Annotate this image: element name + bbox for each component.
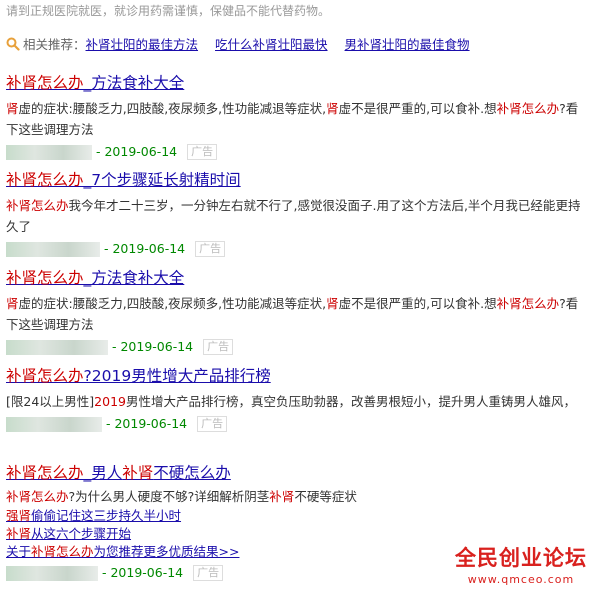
result-title-link[interactable]: 补肾怎么办_男人补肾不硬怎么办 bbox=[6, 463, 588, 483]
sublink-strong-kidney[interactable]: 强肾偷偷记住这三步持久半小时 bbox=[6, 507, 588, 525]
ad-result-4: 补肾怎么办?2019男性增大产品排行榜 [限24以上男性]2019男性增大产品排… bbox=[6, 366, 588, 434]
blurred-url bbox=[6, 565, 98, 581]
result-title-link[interactable]: 补肾怎么办?2019男性增大产品排行榜 bbox=[6, 366, 588, 386]
ad-badge: 广告 bbox=[203, 339, 234, 355]
result-date: - 2019-06-14 bbox=[102, 565, 184, 580]
result-meta: - 2019-06-14 广告 bbox=[6, 142, 588, 162]
result-meta: - 2019-06-14 广告 bbox=[6, 337, 588, 357]
related-label: 相关推荐： bbox=[23, 37, 86, 52]
blurred-url bbox=[6, 416, 102, 432]
blurred-url bbox=[6, 339, 108, 355]
result-description: 肾虚的症状:腰酸乏力,四肢酸,夜尿频多,性功能减退等症状,肾虚不是很严重的,可以… bbox=[6, 101, 579, 137]
result-description: 补肾怎么办我今年才二十三岁，一分钟左右就不行了,感觉很没面子.用了这个方法后,半… bbox=[6, 198, 581, 234]
result-title-link[interactable]: 补肾怎么办_方法食补大全 bbox=[6, 73, 588, 93]
ad-badge: 广告 bbox=[197, 416, 228, 432]
result-date: - 2019-06-14 bbox=[106, 416, 188, 431]
result-title-link[interactable]: 补肾怎么办_7个步骤延长射精时间 bbox=[6, 170, 588, 190]
result-title-link[interactable]: 补肾怎么办_方法食补大全 bbox=[6, 268, 588, 288]
site-watermark: 全民创业论坛 www.qmceo.com bbox=[455, 545, 587, 586]
ad-result-1: 补肾怎么办_方法食补大全 肾虚的症状:腰酸乏力,四肢酸,夜尿频多,性功能减退等症… bbox=[6, 73, 588, 162]
related-recommendations: 相关推荐： 补肾壮阳的最佳方法 吃什么补肾壮阳最快 男补肾壮阳的最佳食物 bbox=[6, 34, 470, 53]
related-link-3[interactable]: 男补肾壮阳的最佳食物 bbox=[345, 34, 470, 53]
blurred-url bbox=[6, 144, 92, 160]
watermark-url: www.qmceo.com bbox=[467, 573, 575, 586]
result-date: - 2019-06-14 bbox=[96, 144, 178, 159]
related-link-1[interactable]: 补肾壮阳的最佳方法 bbox=[86, 34, 199, 53]
search-icon bbox=[6, 37, 20, 51]
result-meta: - 2019-06-14 广告 bbox=[6, 239, 588, 259]
disclaimer-notice: 请到正规医院就医，就诊用药需谨慎，保健品不能代替药物。 bbox=[6, 4, 331, 18]
ad-badge: 广告 bbox=[193, 565, 224, 581]
ad-badge: 广告 bbox=[187, 144, 218, 160]
result-description: 肾虚的症状:腰酸乏力,四肢酸,夜尿频多,性功能减退等症状,肾虚不是很严重的,可以… bbox=[6, 296, 579, 332]
ad-result-2: 补肾怎么办_7个步骤延长射精时间 补肾怎么办我今年才二十三岁，一分钟左右就不行了… bbox=[6, 170, 588, 259]
sublink-six-steps[interactable]: 补肾从这六个步骤开始 bbox=[6, 525, 588, 543]
ad-result-3: 补肾怎么办_方法食补大全 肾虚的症状:腰酸乏力,四肢酸,夜尿频多,性功能减退等症… bbox=[6, 268, 588, 357]
result-date: - 2019-06-14 bbox=[112, 339, 194, 354]
result-date: - 2019-06-14 bbox=[104, 241, 186, 256]
blurred-url bbox=[6, 241, 100, 257]
result-meta: - 2019-06-14 广告 bbox=[6, 414, 588, 434]
ad-badge: 广告 bbox=[195, 241, 226, 257]
result-description: 补肾怎么办?为什么男人硬度不够?详细解析阴茎补肾不硬等症状 bbox=[6, 489, 357, 504]
watermark-title: 全民创业论坛 bbox=[455, 546, 587, 570]
result-description: [限24以上男性]2019男性增大产品排行榜，真空负压助勃器，改善男根短小，提升… bbox=[6, 394, 576, 409]
related-link-2[interactable]: 吃什么补肾壮阳最快 bbox=[215, 34, 328, 53]
